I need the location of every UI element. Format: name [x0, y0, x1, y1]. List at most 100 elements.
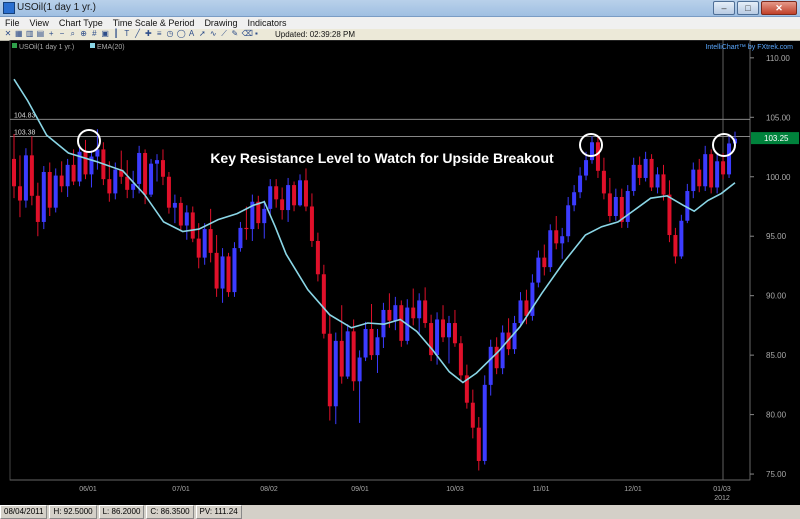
- tile-icon[interactable]: ▦: [15, 30, 23, 38]
- candle-body: [536, 257, 541, 283]
- candle-body: [196, 238, 201, 258]
- candle-body: [184, 212, 189, 226]
- chart-type-icon[interactable]: ▥: [26, 30, 34, 38]
- erase-icon[interactable]: ⌫: [242, 30, 253, 38]
- save-icon[interactable]: ▪: [252, 30, 260, 38]
- candle: [649, 154, 654, 192]
- candle-body: [65, 164, 70, 187]
- candle-body: [220, 256, 225, 289]
- candle-body: [172, 202, 177, 208]
- candle-body: [12, 158, 16, 187]
- x-tick-label: 11/01: [533, 486, 550, 493]
- period-icon[interactable]: ▤: [36, 30, 45, 38]
- candle-body: [500, 332, 505, 369]
- crosshair-icon[interactable]: ✕: [4, 30, 12, 38]
- resistance-label: 104.83: [14, 112, 36, 119]
- y-axis: 75.00 80.00 85.00 90.00 95.00 100.00 105.00 110…: [749, 40, 791, 480]
- x-tick-label: 07/01: [172, 486, 190, 493]
- candle-body: [303, 180, 308, 207]
- candle-body: [727, 143, 732, 175]
- candle-body: [274, 186, 279, 200]
- status-close: C: 86.3500: [146, 505, 194, 519]
- maximize-button[interactable]: □: [737, 1, 759, 15]
- chart-area[interactable]: 75.00 80.00 85.00 90.00 95.00 100.00 105.00 110…: [0, 39, 800, 519]
- menu-bar: File View Chart Type Time Scale & Period…: [0, 17, 800, 29]
- candle: [548, 224, 553, 272]
- candle-body: [244, 227, 249, 230]
- fib-icon[interactable]: ≡: [155, 30, 163, 38]
- candle-body: [435, 319, 440, 356]
- candle: [500, 325, 505, 375]
- cross-icon[interactable]: ✚: [144, 30, 152, 38]
- candle-body: [387, 309, 392, 321]
- updated-time: Updated: 02:39:28 PM: [275, 30, 356, 39]
- menu-file[interactable]: File: [0, 17, 25, 29]
- cycle-icon[interactable]: ◷: [166, 30, 174, 38]
- menu-chart-type[interactable]: Chart Type: [54, 17, 108, 29]
- candle-body: [476, 427, 481, 461]
- candle-body: [518, 300, 523, 324]
- menu-view[interactable]: View: [25, 17, 54, 29]
- candle-body: [339, 340, 344, 377]
- candle-body: [208, 229, 213, 253]
- candle-body: [494, 346, 499, 369]
- candle: [166, 172, 171, 214]
- candle-body: [613, 196, 618, 216]
- candle-body: [661, 174, 666, 195]
- candle-body: [202, 229, 207, 258]
- x-tick-label: 10/03: [446, 486, 464, 493]
- candle-body: [178, 202, 183, 226]
- candle-body: [238, 227, 243, 249]
- candle: [399, 300, 404, 347]
- candle: [232, 242, 237, 297]
- line-icon[interactable]: ╱: [134, 30, 142, 38]
- text-icon[interactable]: T: [123, 30, 131, 38]
- y-tick-label: 75.00: [766, 470, 787, 479]
- candle-body: [59, 175, 64, 187]
- wave-icon[interactable]: ∿: [209, 30, 217, 38]
- plot-area: [9, 39, 751, 481]
- menu-indicators[interactable]: Indicators: [242, 17, 291, 29]
- candle-body: [554, 230, 559, 244]
- arrow-icon[interactable]: ➚: [198, 30, 206, 38]
- candle-body: [298, 180, 303, 206]
- minimize-button[interactable]: –: [713, 1, 735, 15]
- candle-body: [113, 169, 118, 194]
- candle-body: [125, 176, 130, 190]
- candle: [679, 214, 684, 259]
- candle-body: [155, 160, 160, 164]
- candle-body: [292, 185, 297, 206]
- status-pv: PV: 111.24: [195, 505, 242, 519]
- last-price-label: 103.25: [764, 134, 789, 143]
- menu-drawing[interactable]: Drawing: [199, 17, 242, 29]
- candle-body: [679, 220, 684, 257]
- trend-icon[interactable]: ⟋: [220, 30, 228, 38]
- candle: [226, 252, 231, 297]
- x-year-label: 2012: [714, 495, 730, 502]
- close-button[interactable]: ✕: [761, 1, 797, 15]
- bar-icon[interactable]: ┃: [112, 30, 120, 38]
- zoom-out-icon[interactable]: −: [58, 30, 66, 38]
- magnify-icon[interactable]: ⊕: [80, 30, 88, 38]
- candle-body: [423, 300, 428, 324]
- pencil-icon[interactable]: ✎: [231, 30, 239, 38]
- print-icon[interactable]: ▣: [101, 30, 109, 38]
- candle-body: [572, 192, 577, 206]
- candle-body: [333, 340, 338, 407]
- app-icon: [3, 2, 15, 14]
- search-icon[interactable]: ⌕: [69, 30, 77, 38]
- menu-time-scale[interactable]: Time Scale & Period: [108, 17, 200, 29]
- brand-label: IntelliChart™ by FXtrek.com: [705, 44, 793, 51]
- candle-body: [566, 205, 571, 237]
- ellipse-icon[interactable]: ◯: [177, 30, 186, 38]
- zoom-in-icon[interactable]: +: [47, 30, 55, 38]
- candle-body: [345, 331, 350, 377]
- candle-body: [351, 331, 356, 382]
- candle-body: [29, 155, 34, 196]
- candle: [23, 148, 28, 208]
- legend: USOil(1 day 1 yr.) EMA(20): [12, 43, 125, 51]
- x-tick-label: 12/01: [624, 486, 642, 493]
- letter-a-icon[interactable]: A: [188, 30, 196, 38]
- candle-body: [190, 212, 195, 239]
- grid-icon[interactable]: #: [90, 30, 98, 38]
